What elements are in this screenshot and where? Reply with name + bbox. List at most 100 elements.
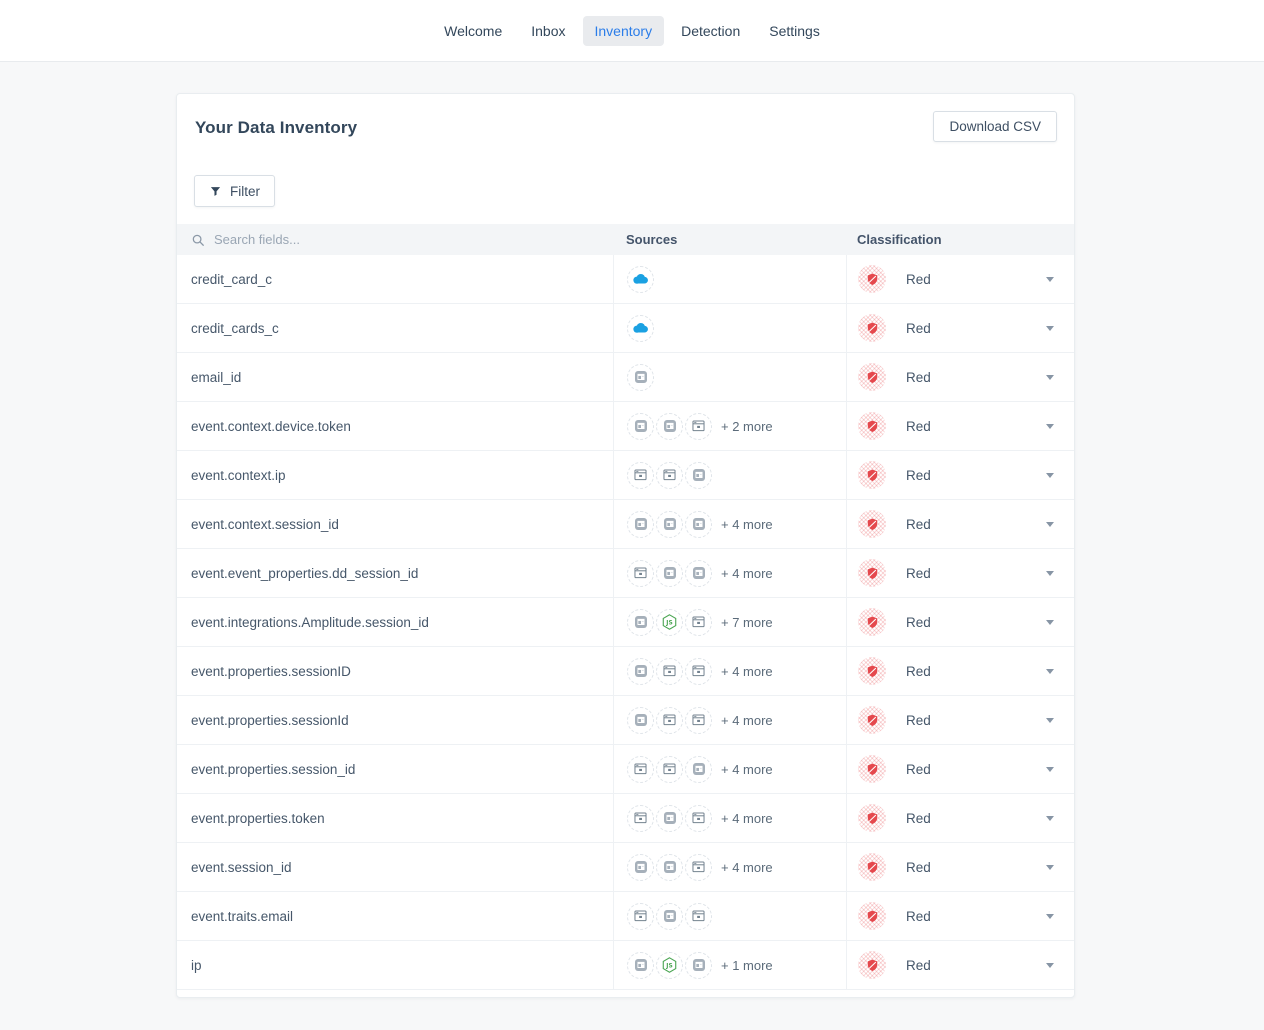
classification-value: Red <box>906 566 931 581</box>
classification-value: Red <box>906 272 931 287</box>
field-name: email_id <box>191 370 241 385</box>
chevron-down-icon <box>1046 914 1054 919</box>
web-app-outline-icon <box>685 658 712 685</box>
source-icons <box>627 756 712 783</box>
classification-shield-icon <box>858 559 886 587</box>
classification-dropdown[interactable]: Red <box>846 745 1074 793</box>
web-app-filled-icon <box>627 658 654 685</box>
download-csv-button[interactable]: Download CSV <box>933 111 1057 142</box>
classification-dropdown[interactable]: Red <box>846 353 1074 401</box>
classification-value: Red <box>906 517 931 532</box>
web-app-outline-icon <box>627 903 654 930</box>
classification-shield-icon <box>858 657 886 685</box>
table-row: event.integrations.Amplitude.session_id … <box>177 598 1074 647</box>
source-icons <box>627 903 712 930</box>
more-sources-label: + 4 more <box>721 566 773 581</box>
classification-dropdown[interactable]: Red <box>846 794 1074 842</box>
nav-tab-welcome[interactable]: Welcome <box>432 16 514 46</box>
table-row: email_id Red <box>177 353 1074 402</box>
column-header-sources: Sources <box>613 224 846 255</box>
more-sources-label: + 4 more <box>721 860 773 875</box>
field-name: event.properties.session_id <box>191 762 355 777</box>
chevron-down-icon <box>1046 718 1054 723</box>
nav-tab-detection[interactable]: Detection <box>669 16 752 46</box>
classification-dropdown[interactable]: Red <box>846 500 1074 548</box>
column-header-classification: Classification <box>846 224 1074 255</box>
classification-value: Red <box>906 321 931 336</box>
page-title: Your Data Inventory <box>195 118 357 138</box>
web-app-outline-icon <box>685 609 712 636</box>
classification-shield-icon <box>858 755 886 783</box>
classification-dropdown[interactable]: Red <box>846 696 1074 744</box>
classification-shield-icon <box>858 510 886 538</box>
web-app-filled-icon <box>627 854 654 881</box>
web-app-filled-icon <box>656 805 683 832</box>
web-app-filled-icon <box>656 854 683 881</box>
filter-button[interactable]: Filter <box>194 175 275 207</box>
field-name: event.properties.token <box>191 811 325 826</box>
source-icons <box>627 854 712 881</box>
web-app-outline-icon <box>627 805 654 832</box>
svg-text:JS: JS <box>665 620 672 626</box>
field-name: event.session_id <box>191 860 292 875</box>
classification-shield-icon <box>858 853 886 881</box>
filter-button-label: Filter <box>230 184 260 199</box>
source-icons: JS <box>627 609 712 636</box>
classification-shield-icon <box>858 608 886 636</box>
classification-shield-icon <box>858 461 886 489</box>
table-filler <box>177 990 1074 1030</box>
table-row: event.context.session_id + 4 more Red <box>177 500 1074 549</box>
classification-value: Red <box>906 713 931 728</box>
classification-dropdown[interactable]: Red <box>846 647 1074 695</box>
classification-dropdown[interactable]: Red <box>846 598 1074 646</box>
source-icons <box>627 560 712 587</box>
classification-dropdown[interactable]: Red <box>846 941 1074 989</box>
table-row: ip JS + 1 more Red <box>177 941 1074 990</box>
web-app-outline-icon <box>656 756 683 783</box>
web-app-filled-icon <box>627 364 654 391</box>
field-name: event.event_properties.dd_session_id <box>191 566 418 581</box>
field-name: event.traits.email <box>191 909 293 924</box>
field-name: event.integrations.Amplitude.session_id <box>191 615 429 630</box>
classification-dropdown[interactable]: Red <box>846 255 1074 303</box>
field-name: credit_card_c <box>191 272 272 287</box>
web-app-outline-icon <box>685 413 712 440</box>
source-icons <box>627 707 712 734</box>
nodejs-icon: JS <box>656 952 683 979</box>
web-app-filled-icon <box>685 560 712 587</box>
classification-dropdown[interactable]: Red <box>846 451 1074 499</box>
web-app-outline-icon <box>627 756 654 783</box>
web-app-outline-icon <box>685 903 712 930</box>
chevron-down-icon <box>1046 424 1054 429</box>
classification-dropdown[interactable]: Red <box>846 843 1074 891</box>
nav-tab-inventory[interactable]: Inventory <box>583 16 665 46</box>
source-icons: JS <box>627 952 712 979</box>
classification-dropdown[interactable]: Red <box>846 304 1074 352</box>
chevron-down-icon <box>1046 473 1054 478</box>
salesforce-icon <box>627 315 654 342</box>
chevron-down-icon <box>1046 571 1054 576</box>
chevron-down-icon <box>1046 620 1054 625</box>
web-app-filled-icon <box>627 609 654 636</box>
search-input[interactable] <box>212 231 613 248</box>
classification-value: Red <box>906 811 931 826</box>
source-icons <box>627 511 712 538</box>
web-app-filled-icon <box>656 903 683 930</box>
nav-tab-settings[interactable]: Settings <box>757 16 832 46</box>
classification-dropdown[interactable]: Red <box>846 549 1074 597</box>
inventory-table: Sources Classification credit_card_c Red… <box>177 224 1074 1030</box>
web-app-outline-icon <box>656 658 683 685</box>
classification-dropdown[interactable]: Red <box>846 892 1074 940</box>
svg-text:JS: JS <box>665 963 672 969</box>
table-row: event.properties.session_id + 4 more Red <box>177 745 1074 794</box>
inventory-card: Your Data Inventory Download CSV Filter … <box>176 93 1075 998</box>
nav-tab-inbox[interactable]: Inbox <box>519 16 577 46</box>
web-app-outline-icon <box>656 462 683 489</box>
classification-dropdown[interactable]: Red <box>846 402 1074 450</box>
classification-value: Red <box>906 909 931 924</box>
classification-shield-icon <box>858 314 886 342</box>
field-name: event.properties.sessionID <box>191 664 351 679</box>
field-name: ip <box>191 958 202 973</box>
field-name: credit_cards_c <box>191 321 279 336</box>
table-row: credit_cards_c Red <box>177 304 1074 353</box>
